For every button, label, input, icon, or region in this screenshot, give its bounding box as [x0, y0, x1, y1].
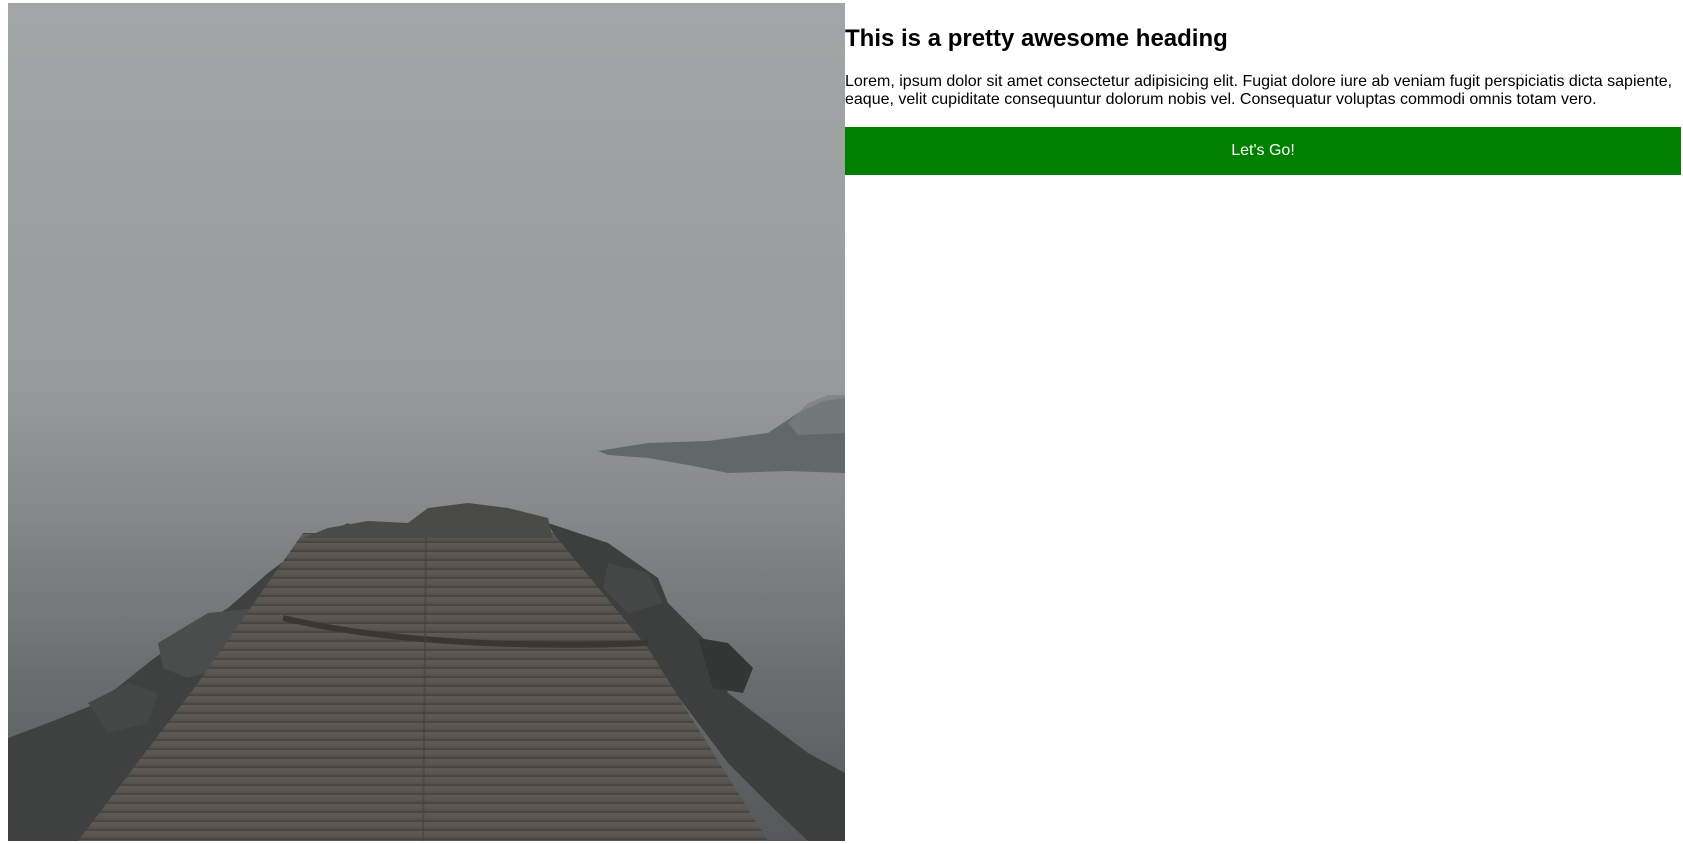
body-paragraph: Lorem, ipsum dolor sit amet consectetur …	[845, 73, 1673, 108]
content-panel: This is a pretty awesome heading Lorem, …	[845, 3, 1681, 175]
page-heading: This is a pretty awesome heading	[845, 25, 1228, 52]
page-layout: This is a pretty awesome heading Lorem, …	[8, 3, 1683, 841]
foggy-pier-photo	[8, 3, 845, 841]
lets-go-button[interactable]: Let's Go!	[845, 127, 1681, 175]
pier-illustration	[8, 3, 845, 841]
